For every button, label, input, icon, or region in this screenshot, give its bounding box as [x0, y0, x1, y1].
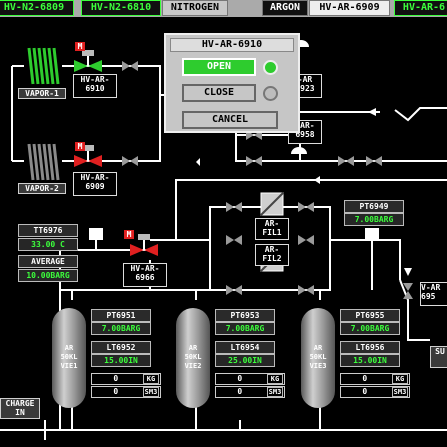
- manual-mode-badge-6909: M: [77, 142, 83, 151]
- sm3-value: 0: [113, 387, 119, 396]
- valve-tag-hv-ar-6909[interactable]: HV-AR- 6909: [73, 172, 117, 196]
- manual-indicators: [75, 42, 134, 239]
- vessel-vie2[interactable]: AR 50KL VIE2: [176, 308, 210, 408]
- level-tag: LT6954: [215, 341, 275, 354]
- vessel-vie3[interactable]: AR 50KL VIE3: [301, 308, 335, 408]
- charge-in-label: CHARGE IN: [0, 398, 40, 419]
- manual-mode-badge-6966: M: [126, 230, 132, 239]
- pressure-value: 7.00BARG: [215, 322, 275, 335]
- kg-unit: KG: [143, 374, 159, 384]
- level-value: 15.00IN: [340, 354, 400, 367]
- sm3-totalizer: 0 SM3: [91, 386, 161, 398]
- level-value: 15.00IN: [91, 354, 151, 367]
- vaporizer-2-label: VAPOR-2: [18, 183, 66, 194]
- valve-control-popup: HV-AR-6910 OPEN CLOSE CANCEL: [164, 33, 300, 133]
- vessel-label: AR 50KL VIE1: [60, 344, 78, 370]
- sm3-totalizer: 0 SM3: [340, 386, 410, 398]
- sm3-totalizer: 0 SM3: [215, 386, 285, 398]
- hmi-screen: HV-N2-6809 HV-N2-6810 NITROGEN ARGON HV-…: [0, 0, 447, 447]
- kg-value: 0: [113, 374, 119, 383]
- vaporizer-1-coil: [26, 46, 60, 86]
- supply-label: SU: [430, 346, 447, 368]
- tt6976-value: 33.00 C: [18, 238, 78, 251]
- vessel-label: AR 50KL VIE2: [184, 344, 202, 370]
- pressure-value: 7.00BARG: [340, 322, 400, 335]
- pressure-tag: PT6951: [91, 309, 151, 322]
- kg-totalizer: 0 KG: [215, 373, 285, 385]
- level-value: 25.00IN: [215, 354, 275, 367]
- manual-mode-badge-6910: M: [77, 42, 83, 51]
- cancel-button[interactable]: CANCEL: [182, 111, 278, 129]
- vaporizer-2-coil: [26, 142, 60, 182]
- sm3-unit: SM3: [143, 387, 159, 397]
- valve-tag-hv-ar-6966[interactable]: HV-AR- 6966: [123, 263, 167, 287]
- valve-hv-ar-6966-symbol[interactable]: [130, 234, 158, 256]
- kg-totalizer: 0 KG: [91, 373, 161, 385]
- sm3-value: 0: [362, 387, 368, 396]
- average-tag: AVERAGE: [18, 255, 78, 268]
- pt6949-value: 7.00BARG: [344, 213, 404, 226]
- filter-1-symbol: [260, 192, 284, 216]
- kg-unit: KG: [267, 374, 283, 384]
- pt6949-tag: PT6949: [344, 200, 404, 213]
- average-value: 10.00BARG: [18, 269, 78, 282]
- sm3-unit: SM3: [392, 387, 408, 397]
- vessel-vie1[interactable]: AR 50KL VIE1: [52, 308, 86, 408]
- open-button[interactable]: OPEN: [182, 58, 256, 76]
- vessel-label: AR 50KL VIE3: [309, 344, 327, 370]
- kg-value: 0: [237, 374, 243, 383]
- filter-2-label: AR- FIL2: [255, 244, 289, 266]
- sm3-value: 0: [237, 387, 243, 396]
- popup-title: HV-AR-6910: [170, 38, 294, 52]
- open-indicator: [263, 60, 278, 75]
- level-tag: LT6952: [91, 341, 151, 354]
- kg-unit: KG: [392, 374, 408, 384]
- close-button[interactable]: CLOSE: [182, 84, 256, 102]
- pressure-tag: PT6955: [340, 309, 400, 322]
- level-tag: LT6956: [340, 341, 400, 354]
- tt6976-tag: TT6976: [18, 224, 78, 237]
- valve-hv-ar-6910-symbol[interactable]: [74, 50, 102, 72]
- vaporizer-1-label: VAPOR-1: [18, 88, 66, 99]
- kg-totalizer: 0 KG: [340, 373, 410, 385]
- valve-tag-695x[interactable]: V-AR 695: [420, 282, 447, 306]
- filter-1-label: AR- FIL1: [255, 218, 289, 240]
- pressure-tag: PT6953: [215, 309, 275, 322]
- sm3-unit: SM3: [267, 387, 283, 397]
- kg-value: 0: [362, 374, 368, 383]
- pressure-value: 7.00BARG: [91, 322, 151, 335]
- valve-tag-hv-ar-6910[interactable]: HV-AR- 6910: [73, 74, 117, 98]
- close-indicator: [263, 86, 278, 101]
